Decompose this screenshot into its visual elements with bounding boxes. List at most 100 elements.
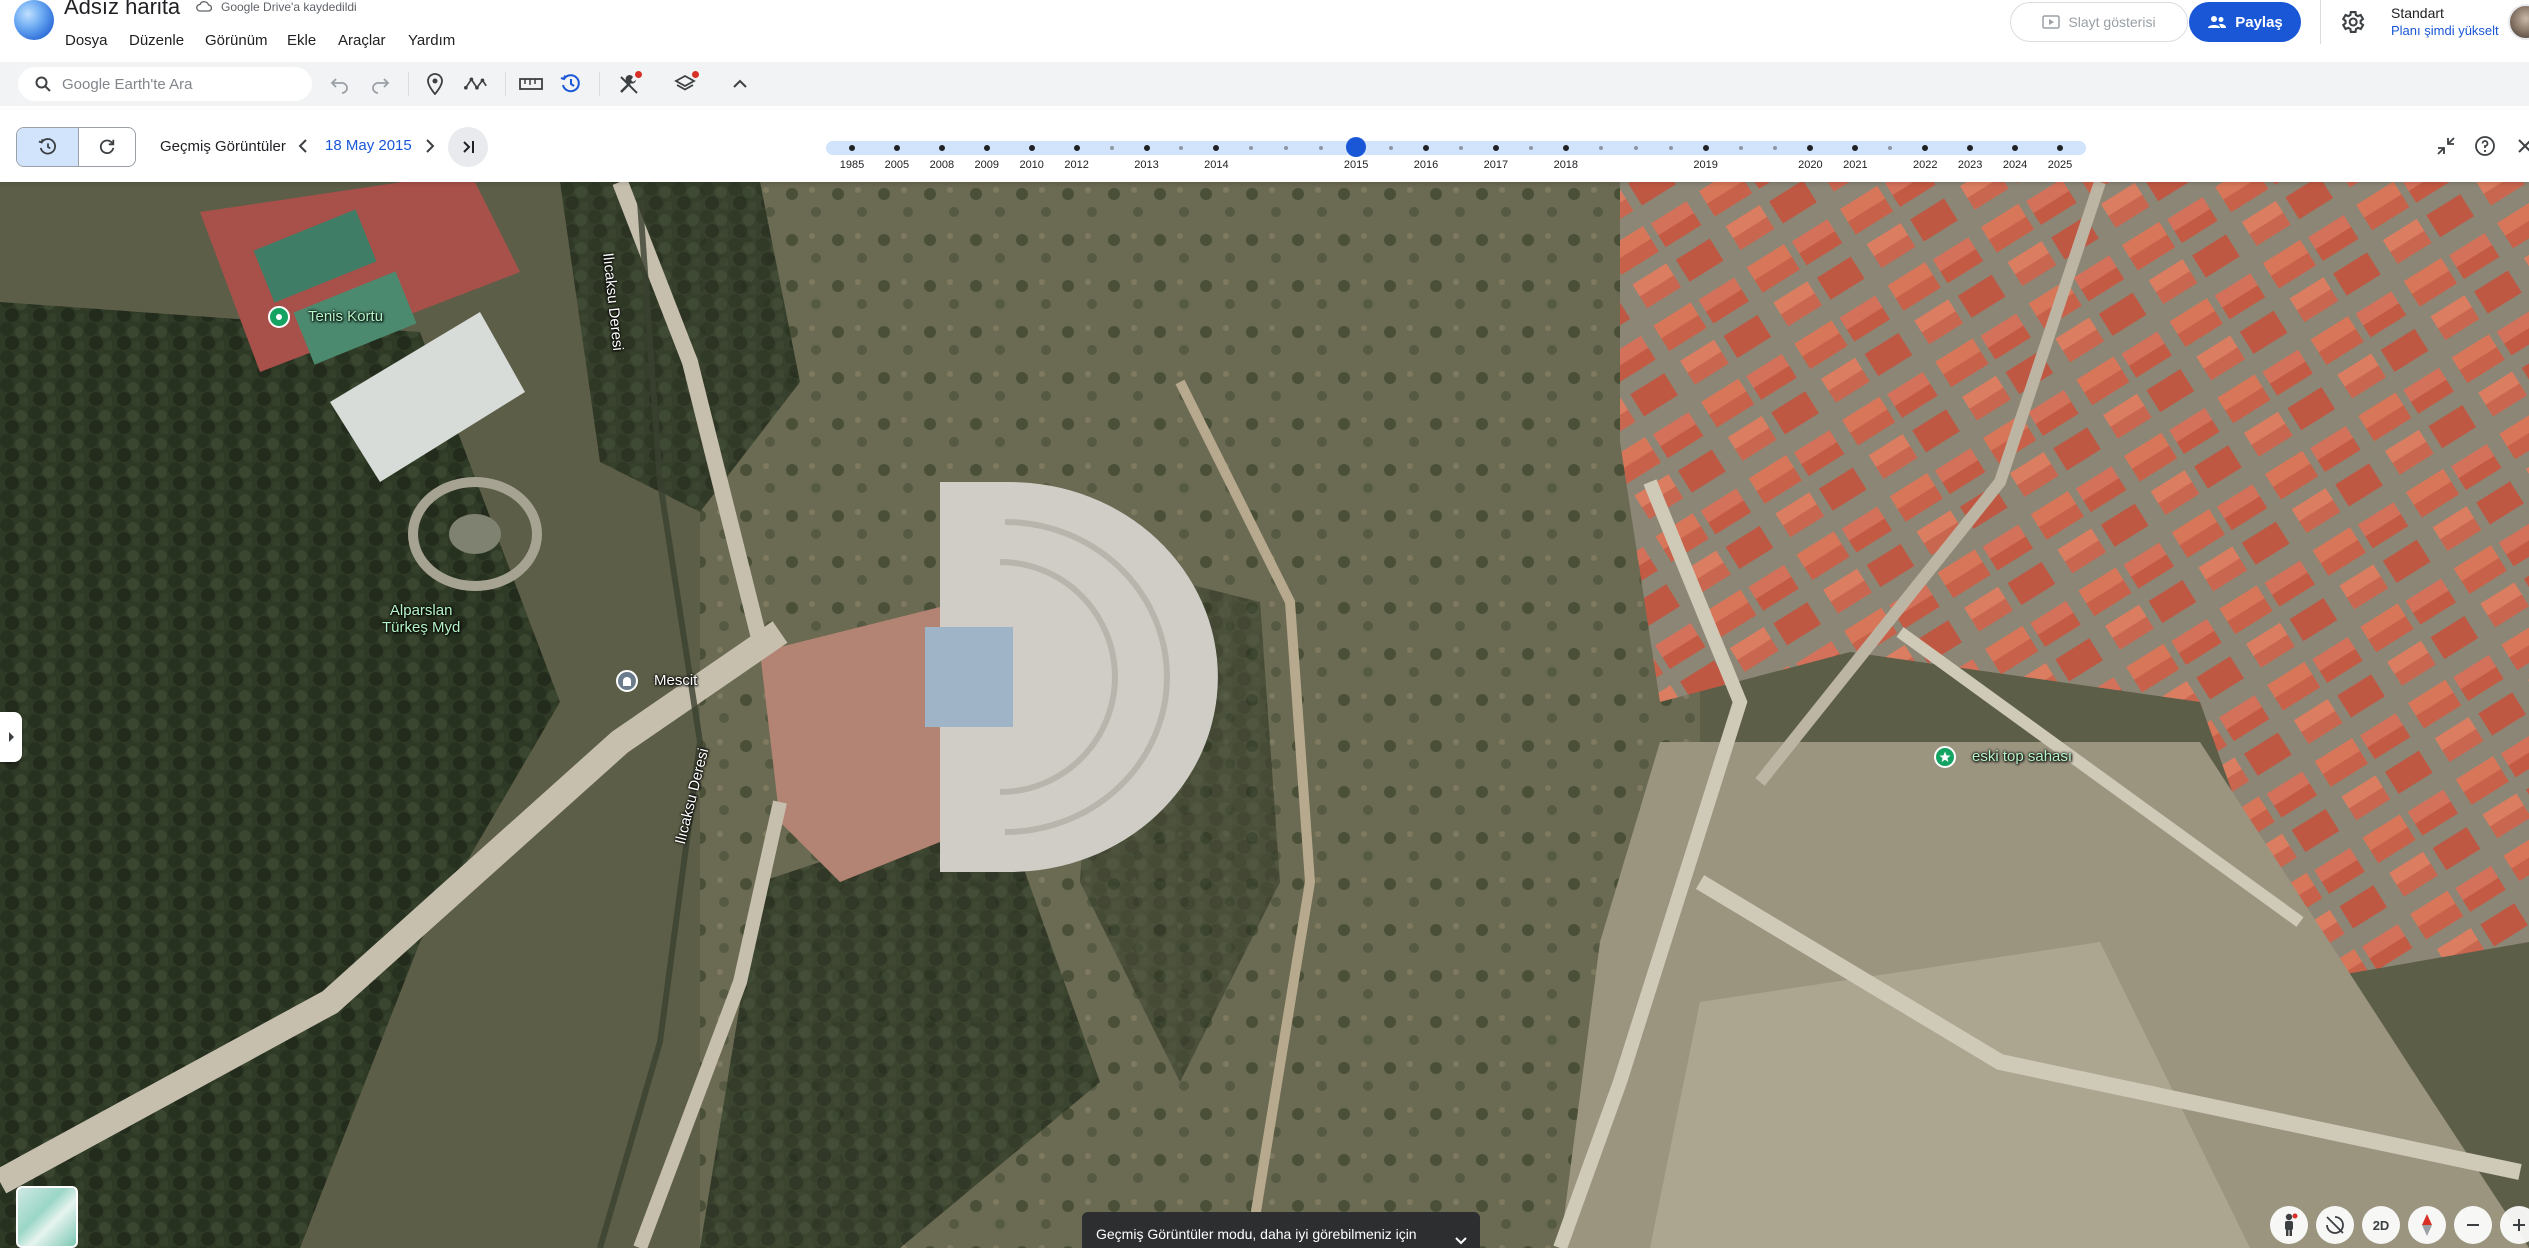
timeline-year-label: 2017 bbox=[1483, 159, 1509, 171]
google-earth-logo[interactable] bbox=[14, 0, 54, 40]
timeline-minor-marker[interactable] bbox=[1458, 146, 1463, 150]
chevron-right-icon bbox=[9, 732, 14, 742]
draw-path-button[interactable] bbox=[464, 72, 488, 96]
upgrade-plan-link[interactable]: Planı şimdi yükselt bbox=[2391, 23, 2499, 38]
help-icon[interactable] bbox=[2473, 134, 2497, 158]
timeline-marker[interactable] bbox=[893, 145, 900, 151]
historical-mode-button[interactable] bbox=[17, 128, 79, 166]
side-panel-toggle[interactable] bbox=[0, 712, 22, 762]
tennis-court-pin-icon[interactable] bbox=[268, 306, 290, 328]
current-date[interactable]: 18 May 2015 bbox=[325, 137, 412, 154]
header-divider bbox=[2320, 0, 2321, 44]
minus-icon bbox=[2467, 1224, 2479, 1226]
search-box[interactable] bbox=[18, 67, 312, 101]
timeline-minor-marker[interactable] bbox=[1668, 146, 1673, 150]
latest-imagery-button[interactable] bbox=[448, 127, 488, 167]
view-mode-2d-button[interactable]: 2D bbox=[2362, 1206, 2400, 1244]
timeline-track[interactable] bbox=[826, 141, 2086, 155]
timeline-marker[interactable] bbox=[1143, 145, 1150, 151]
place-label-old-football-field[interactable]: eski top sahası bbox=[1972, 748, 2072, 765]
satellite-map[interactable]: Tenis Kortu Alparslan Türkeş Myd Mescit … bbox=[0, 182, 2529, 1248]
compass-button[interactable] bbox=[2408, 1206, 2446, 1244]
document-title[interactable]: Adsız harita bbox=[64, 0, 180, 20]
chevron-left-icon[interactable] bbox=[294, 136, 312, 156]
measure-button[interactable] bbox=[519, 72, 543, 96]
settings-gear-icon[interactable] bbox=[2338, 8, 2366, 36]
historical-imagery-button[interactable] bbox=[559, 72, 583, 96]
redo-button[interactable] bbox=[368, 72, 392, 96]
app-header: Adsız harita Google Drive'a kaydedildi D… bbox=[0, 0, 2529, 60]
timeline-year-label: 2022 bbox=[1912, 159, 1938, 171]
timeline-marker[interactable] bbox=[1423, 145, 1430, 151]
timeline-marker[interactable] bbox=[938, 145, 945, 151]
menu-file[interactable]: Dosya bbox=[65, 32, 108, 49]
plan-name: Standart bbox=[2391, 5, 2444, 21]
skip-to-latest-icon bbox=[463, 141, 474, 153]
timeline-year-label: 2021 bbox=[1843, 159, 1868, 171]
search-input[interactable] bbox=[62, 75, 292, 93]
timeline-minor-marker[interactable] bbox=[1528, 146, 1533, 150]
menu-help[interactable]: Yardım bbox=[408, 32, 455, 49]
menu-edit[interactable]: Düzenle bbox=[129, 32, 184, 49]
share-button[interactable]: Paylaş bbox=[2189, 2, 2301, 42]
tools-button[interactable] bbox=[617, 71, 642, 96]
old-football-field-pin-icon[interactable] bbox=[1934, 746, 1956, 768]
timeline-year-label: 2012 bbox=[1064, 159, 1089, 171]
place-label-park[interactable]: Alparslan Türkeş Myd bbox=[382, 602, 460, 636]
chevron-down-icon[interactable] bbox=[1452, 1232, 1470, 1248]
current-mode-button[interactable] bbox=[79, 128, 135, 166]
menu-tools[interactable]: Araçlar bbox=[338, 32, 386, 49]
timeline-marker[interactable] bbox=[1562, 145, 1569, 151]
timeline-year-label: 2016 bbox=[1413, 159, 1439, 171]
collapse-toolbar-button[interactable] bbox=[728, 72, 752, 96]
toolbar-divider bbox=[408, 72, 409, 96]
zoom-out-button[interactable] bbox=[2454, 1206, 2492, 1244]
timeline-minor-marker[interactable] bbox=[1633, 146, 1638, 150]
people-icon bbox=[2208, 16, 2227, 28]
street-view-button[interactable] bbox=[2270, 1206, 2308, 1244]
user-avatar[interactable] bbox=[2508, 4, 2529, 40]
imagery-timeline[interactable]: 1985 2005 2008 2009 2010 2012 2013 2014 2015 2016… bbox=[826, 137, 2086, 177]
add-placemark-button[interactable] bbox=[423, 72, 447, 96]
timeline-marker[interactable] bbox=[1028, 145, 1035, 151]
timeline-minor-marker[interactable] bbox=[1738, 146, 1743, 150]
menu-insert[interactable]: Ekle bbox=[287, 32, 316, 49]
chevron-up-icon bbox=[733, 79, 747, 88]
menu-view[interactable]: Görünüm bbox=[205, 32, 268, 49]
layers-button[interactable] bbox=[673, 71, 699, 96]
slideshow-button[interactable]: Slayt gösterisi bbox=[2010, 2, 2188, 42]
close-icon[interactable] bbox=[2513, 134, 2529, 158]
timeline-marker[interactable] bbox=[1702, 145, 1709, 151]
place-label-mosque[interactable]: Mescit bbox=[654, 672, 697, 689]
chevron-right-icon[interactable] bbox=[421, 136, 439, 156]
mosque-pin-icon[interactable] bbox=[616, 670, 638, 692]
draw-path-icon bbox=[464, 77, 487, 90]
tilt-off-icon bbox=[2326, 1216, 2344, 1234]
timeline-minor-marker[interactable] bbox=[1109, 146, 1114, 150]
imagery-mode-toggle bbox=[16, 127, 136, 167]
timeline-minor-marker[interactable] bbox=[1598, 146, 1603, 150]
timeline-year-label: 2013 bbox=[1134, 159, 1159, 171]
timeline-marker[interactable] bbox=[983, 145, 990, 151]
undo-button[interactable] bbox=[328, 72, 352, 96]
timeline-marker[interactable] bbox=[2057, 145, 2063, 151]
redo-icon bbox=[372, 78, 390, 94]
toolbar-divider bbox=[599, 72, 600, 96]
zoom-in-button[interactable] bbox=[2500, 1206, 2529, 1244]
exit-fullscreen-icon[interactable] bbox=[2434, 134, 2458, 158]
ruler-icon bbox=[519, 78, 543, 90]
overview-minimap[interactable] bbox=[16, 1186, 78, 1248]
timeline-year-label: 2015 bbox=[1343, 159, 1369, 171]
save-status: Google Drive'a kaydedildi bbox=[221, 0, 357, 14]
place-label-tennis-court[interactable]: Tenis Kortu bbox=[308, 308, 383, 325]
timeline-marker[interactable] bbox=[849, 145, 855, 151]
timeline-marker[interactable] bbox=[1492, 145, 1499, 151]
tilt-off-button[interactable] bbox=[2316, 1206, 2354, 1244]
compass-icon bbox=[2422, 1214, 2432, 1236]
map-controls: 2D bbox=[2270, 1202, 2529, 1248]
timeline-year-label: 2018 bbox=[1553, 159, 1579, 171]
timeline-marker[interactable] bbox=[1073, 145, 1080, 151]
historical-imagery-label: Geçmiş Görüntüler bbox=[160, 138, 286, 155]
toast-message: Geçmiş Görüntüler modu, daha iyi görebil… bbox=[1096, 1226, 1417, 1242]
toolbar-divider bbox=[505, 72, 506, 96]
